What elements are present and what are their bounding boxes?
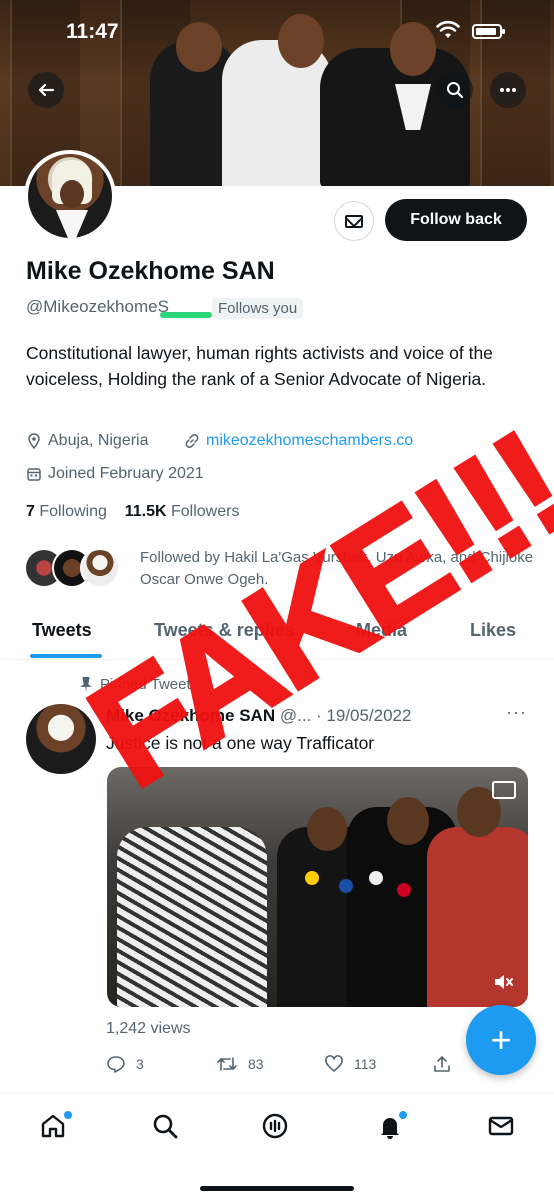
location-pin-icon	[28, 433, 40, 449]
profile-avatar[interactable]	[24, 150, 116, 242]
profile-handle: @MikeozekhomeS	[26, 297, 169, 316]
calendar-icon	[27, 468, 41, 481]
compose-tweet-button[interactable]: +	[466, 1005, 536, 1075]
followers-label: Followers	[171, 503, 240, 520]
followed-by-text[interactable]: Followed by Hakil La'Gas Vurshak, Uzu Aw…	[140, 547, 540, 591]
tab-tweets-replies[interactable]: Tweets & replies	[154, 620, 295, 641]
following-label: Following	[39, 503, 107, 520]
tweet-text: Justice is not a one way Trafficator	[106, 733, 375, 753]
media-person	[117, 827, 267, 1007]
retweet-button[interactable]: 83	[216, 1054, 264, 1074]
followers-count: 11.5K	[124, 503, 167, 520]
microphone	[339, 879, 353, 893]
avatar-face	[60, 180, 84, 208]
avatar-collar	[56, 210, 88, 238]
more-horizontal-icon	[500, 88, 516, 92]
media-head	[307, 807, 347, 851]
picture-in-picture-icon[interactable]	[492, 781, 516, 799]
follows-you-badge: Follows you	[212, 298, 304, 319]
tweet-more-icon[interactable]: ···	[506, 702, 527, 723]
arrow-left-icon	[38, 83, 55, 97]
home-indicator	[200, 1186, 354, 1191]
battery-icon	[472, 24, 505, 39]
status-bar: 11:47	[0, 0, 554, 70]
reply-count: 3	[136, 1056, 144, 1072]
tweet-actions: 3 83 113	[106, 1050, 466, 1080]
avatar	[80, 548, 120, 588]
nav-home[interactable]	[36, 1111, 72, 1145]
followed-by-avatars[interactable]	[24, 548, 134, 588]
back-button[interactable]	[28, 72, 64, 108]
notification-dot	[64, 1111, 72, 1119]
profile-location: Abuja, Nigeria	[26, 432, 149, 450]
like-count: 113	[354, 1056, 377, 1072]
more-button[interactable]	[490, 72, 526, 108]
retweet-icon	[217, 1057, 237, 1071]
reply-icon	[107, 1056, 125, 1073]
tab-tweets[interactable]: Tweets	[32, 620, 92, 641]
search-icon	[153, 1114, 178, 1139]
profile-tabs: Tweets Tweets & replies Media Likes	[0, 614, 554, 660]
tweet-views: 1,242 views	[106, 1020, 191, 1037]
profile-bio: Constitutional lawyer, human rights acti…	[26, 343, 493, 389]
profile-website[interactable]: mikeozekhomeschambers.co	[184, 432, 413, 450]
heart-icon	[325, 1055, 343, 1072]
highlight-underline	[160, 312, 212, 318]
envelope-icon	[345, 214, 363, 228]
microphone	[369, 871, 383, 885]
profile-joined: Joined February 2021	[26, 465, 204, 483]
active-tab-indicator	[30, 654, 102, 658]
reply-button[interactable]: 3	[106, 1054, 144, 1074]
follow-back-button[interactable]: Follow back	[385, 199, 527, 241]
nav-explore[interactable]	[148, 1111, 182, 1145]
following-count: 7	[26, 503, 35, 520]
pin-icon	[80, 676, 92, 693]
like-button[interactable]: 113	[324, 1054, 376, 1074]
link-icon	[185, 434, 199, 448]
followers-stat[interactable]: 11.5K Followers	[125, 503, 240, 520]
profile-stats: 7 Following 11.5K Followers	[26, 503, 239, 521]
plus-icon: +	[490, 1019, 512, 1060]
following-stat[interactable]: 7 Following	[26, 503, 107, 520]
message-button[interactable]	[334, 201, 374, 241]
wifi-icon	[436, 20, 460, 40]
tweet-author-name: Mike Ozekhome SAN	[106, 706, 276, 725]
microphone	[397, 883, 411, 897]
mute-icon[interactable]	[492, 971, 514, 993]
joined-text: Joined February 2021	[48, 465, 204, 482]
nav-notifications[interactable]	[373, 1111, 407, 1145]
search-button[interactable]	[437, 72, 473, 108]
envelope-icon	[488, 1116, 514, 1136]
microphone	[305, 871, 319, 885]
retweet-count: 83	[248, 1056, 264, 1072]
tweet-meta: @... · 19/05/2022	[279, 706, 412, 725]
pinned-text: Pinned Tweet	[100, 676, 191, 693]
tweet-media-video[interactable]	[107, 767, 528, 1007]
tab-likes[interactable]: Likes	[470, 620, 516, 641]
tweet-author-avatar[interactable]	[26, 704, 96, 774]
status-time: 11:47	[66, 20, 119, 43]
spaces-icon	[262, 1113, 288, 1139]
website-link[interactable]: mikeozekhomeschambers.co	[206, 432, 413, 450]
tab-media[interactable]: Media	[356, 620, 407, 641]
share-button[interactable]	[432, 1054, 452, 1074]
pinned-label: Pinned Tweet	[80, 676, 191, 693]
fake-stamp-text: FAKE!!!	[60, 398, 554, 821]
location-text: Abuja, Nigeria	[48, 432, 149, 449]
nav-messages[interactable]	[484, 1111, 518, 1145]
nav-spaces[interactable]	[258, 1111, 292, 1145]
media-head	[387, 797, 429, 845]
notification-dot	[399, 1111, 407, 1119]
tweet-header[interactable]: Mike Ozekhome SAN @... · 19/05/2022	[106, 706, 411, 726]
search-icon	[447, 82, 464, 99]
bottom-nav	[0, 1092, 554, 1200]
share-icon	[434, 1056, 450, 1072]
profile-name: Mike Ozekhome SAN	[26, 257, 275, 285]
